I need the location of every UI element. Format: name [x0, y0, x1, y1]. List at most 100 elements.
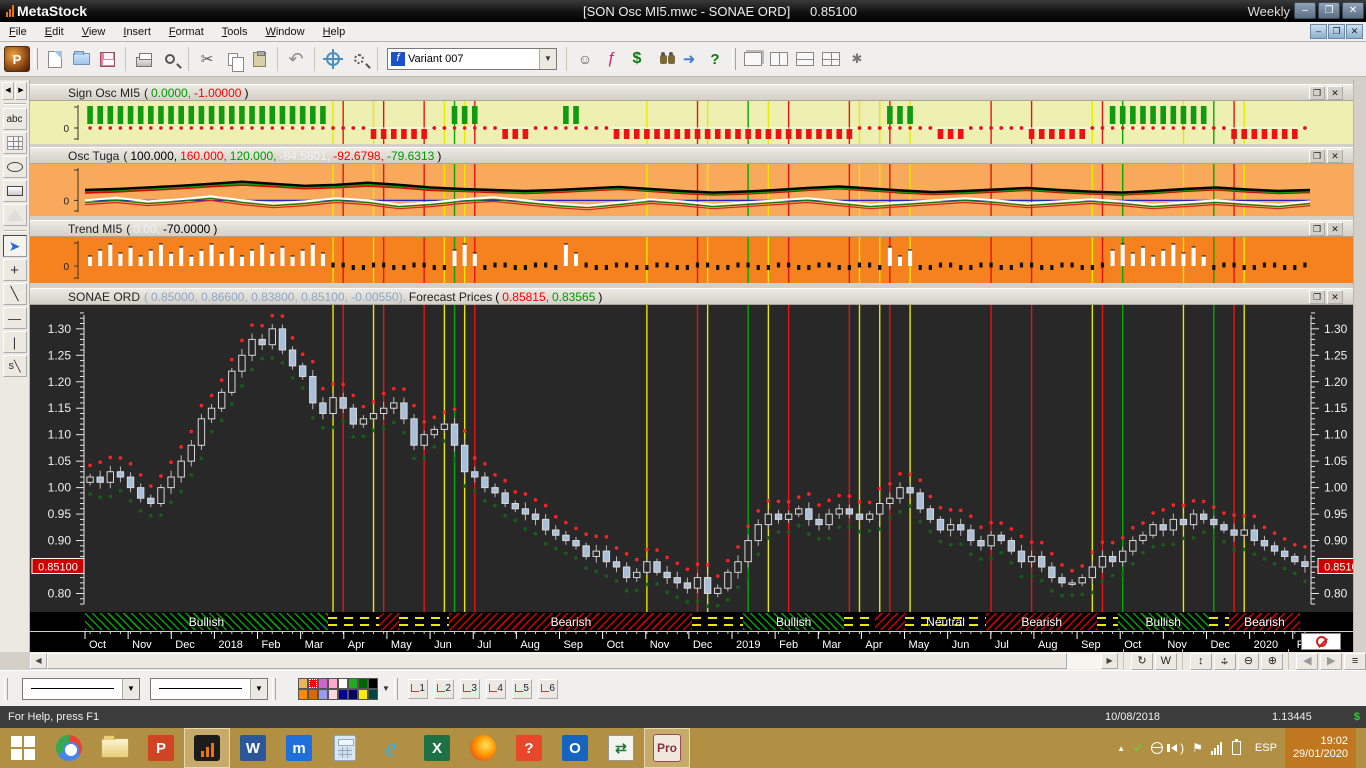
- line-style-arrow[interactable]: ▼: [122, 679, 139, 699]
- color-swatch[interactable]: [368, 678, 378, 689]
- scroll-right-tool[interactable]: ▶: [15, 82, 27, 100]
- scroll-left-tool[interactable]: ◀: [2, 82, 14, 100]
- mdi-minimize-button[interactable]: –: [1310, 24, 1327, 39]
- trendline-tool-button[interactable]: ╲: [3, 283, 27, 305]
- new-chart-button[interactable]: [42, 46, 68, 72]
- color-swatch[interactable]: [368, 689, 378, 700]
- vertical-line-tool-button[interactable]: |: [3, 331, 27, 353]
- toolbar-grip[interactable]: [34, 48, 38, 70]
- chart-layout-button-5[interactable]: 5: [512, 679, 532, 699]
- taskbar-help[interactable]: ?: [506, 728, 552, 768]
- taskbar-chrome[interactable]: [46, 728, 92, 768]
- panel-body-sign-osc[interactable]: 0: [30, 101, 1353, 144]
- zoom-in-button[interactable]: ⊕: [1261, 653, 1283, 670]
- rectangle-tool-button[interactable]: [3, 180, 27, 202]
- color-swatch[interactable]: [338, 678, 348, 689]
- tile-grid-button[interactable]: [818, 46, 844, 72]
- battery-icon[interactable]: [1230, 741, 1243, 755]
- copy-button[interactable]: [220, 46, 246, 72]
- taskbar-file-explorer[interactable]: [92, 728, 138, 768]
- panel-body-main[interactable]: 1.301.301.251.251.201.201.151.151.101.10…: [30, 305, 1353, 612]
- chart-layout-button-3[interactable]: 3: [460, 679, 480, 699]
- pointer-tool-button[interactable]: ➤: [3, 235, 27, 257]
- menu-edit[interactable]: Edit: [36, 24, 73, 40]
- menu-help[interactable]: Help: [314, 24, 355, 40]
- tile-vertical-button[interactable]: [766, 46, 792, 72]
- zoom-out-button[interactable]: ⊖: [1238, 653, 1260, 670]
- restore-button[interactable]: ❐: [1318, 2, 1340, 19]
- layout-options-button[interactable]: ✱: [844, 46, 870, 72]
- panel-maximize-button[interactable]: ❐: [1309, 222, 1325, 236]
- system-tester-button[interactable]: $: [624, 46, 650, 72]
- ellipse-tool-button[interactable]: [3, 156, 27, 178]
- tray-clock[interactable]: 19:02 29/01/2020: [1285, 728, 1356, 768]
- tile-horizontal-button[interactable]: [792, 46, 818, 72]
- tray-language[interactable]: ESP: [1255, 742, 1277, 754]
- taskbar-publisher-arrows[interactable]: ⇄: [598, 728, 644, 768]
- mdi-close-button[interactable]: ✕: [1346, 24, 1363, 39]
- explorer-button[interactable]: [650, 46, 676, 72]
- menu-view[interactable]: View: [73, 24, 115, 40]
- mdi-restore-button[interactable]: ❐: [1328, 24, 1345, 39]
- indicator-builder-button[interactable]: ƒ: [598, 46, 624, 72]
- line-weight-arrow[interactable]: ▼: [250, 679, 267, 699]
- close-button[interactable]: ✕: [1342, 2, 1364, 19]
- panel-close-button[interactable]: ✕: [1327, 290, 1343, 304]
- expert-advisor-button[interactable]: ☺: [572, 46, 598, 72]
- volume-icon[interactable]: ): [1171, 741, 1184, 755]
- semilog-trend-tool-button[interactable]: s╲: [3, 355, 27, 377]
- variant-dropdown-arrow[interactable]: ▼: [539, 49, 556, 69]
- color-swatch[interactable]: [348, 678, 358, 689]
- color-swatch[interactable]: [328, 678, 338, 689]
- zoom-select-button[interactable]: [346, 46, 372, 72]
- power-console-button[interactable]: P: [4, 46, 30, 72]
- horizontal-line-tool-button[interactable]: —: [3, 307, 27, 329]
- cut-button[interactable]: ✂: [194, 46, 220, 72]
- taskbar-internet-explorer[interactable]: e: [368, 728, 414, 768]
- panel-close-button[interactable]: ✕: [1327, 86, 1343, 100]
- refresh-button[interactable]: ↻: [1131, 653, 1153, 670]
- taskbar-start[interactable]: [0, 728, 46, 768]
- line-style-dropdown[interactable]: ▼: [22, 678, 140, 700]
- open-button[interactable]: [68, 46, 94, 72]
- taskbar-metastock[interactable]: [184, 728, 230, 768]
- chart-layout-button-6[interactable]: 6: [538, 679, 558, 699]
- menu-format[interactable]: Format: [160, 24, 213, 40]
- crosshair-tool-button[interactable]: +: [3, 259, 27, 281]
- taskbar-word[interactable]: W: [230, 728, 276, 768]
- menu-file[interactable]: File: [0, 24, 36, 40]
- scroll-right-arrow[interactable]: ▶: [1101, 653, 1118, 669]
- menu-tools[interactable]: Tools: [213, 24, 257, 40]
- taskbar-outlook[interactable]: O: [552, 728, 598, 768]
- taskbar-firefox[interactable]: [460, 728, 506, 768]
- next-chart-button[interactable]: ▶: [1320, 653, 1342, 670]
- pan-button[interactable]: ↔↕: [1214, 653, 1236, 670]
- periodicity-weekly-button[interactable]: W: [1155, 653, 1177, 670]
- crosshair-button[interactable]: [320, 46, 346, 72]
- color-swatch[interactable]: [338, 689, 348, 700]
- tray-expand-icon[interactable]: ▲: [1117, 744, 1125, 753]
- panel-body-trend[interactable]: 0: [30, 237, 1353, 283]
- horizontal-scrollbar[interactable]: [47, 653, 1101, 669]
- panel-body-osc-tuga[interactable]: 0: [30, 164, 1353, 216]
- style-toolbar-grip[interactable]: [4, 678, 8, 700]
- save-button[interactable]: [94, 46, 120, 72]
- scrollbar-thumb[interactable]: [47, 653, 1067, 669]
- chart-buttons-grip[interactable]: [394, 678, 398, 700]
- taskbar-metastock-pro[interactable]: Pro: [644, 728, 690, 768]
- panel-close-button[interactable]: ✕: [1327, 222, 1343, 236]
- color-swatch[interactable]: [318, 689, 328, 700]
- chart-list-button[interactable]: ≡: [1344, 653, 1366, 670]
- panel-maximize-button[interactable]: ❐: [1309, 86, 1325, 100]
- print-preview-button[interactable]: [157, 46, 183, 72]
- chart-layout-button-1[interactable]: 1: [408, 679, 428, 699]
- cascade-windows-button[interactable]: [740, 46, 766, 72]
- no-smoking-indicator[interactable]: [1301, 633, 1341, 650]
- minimize-button[interactable]: –: [1294, 2, 1316, 19]
- color-swatch[interactable]: [298, 678, 308, 689]
- taskbar-excel[interactable]: X: [414, 728, 460, 768]
- signal-bars-icon[interactable]: [1211, 742, 1222, 755]
- menu-insert[interactable]: Insert: [114, 24, 160, 40]
- color-swatch[interactable]: [358, 678, 368, 689]
- color-swatch[interactable]: [358, 689, 368, 700]
